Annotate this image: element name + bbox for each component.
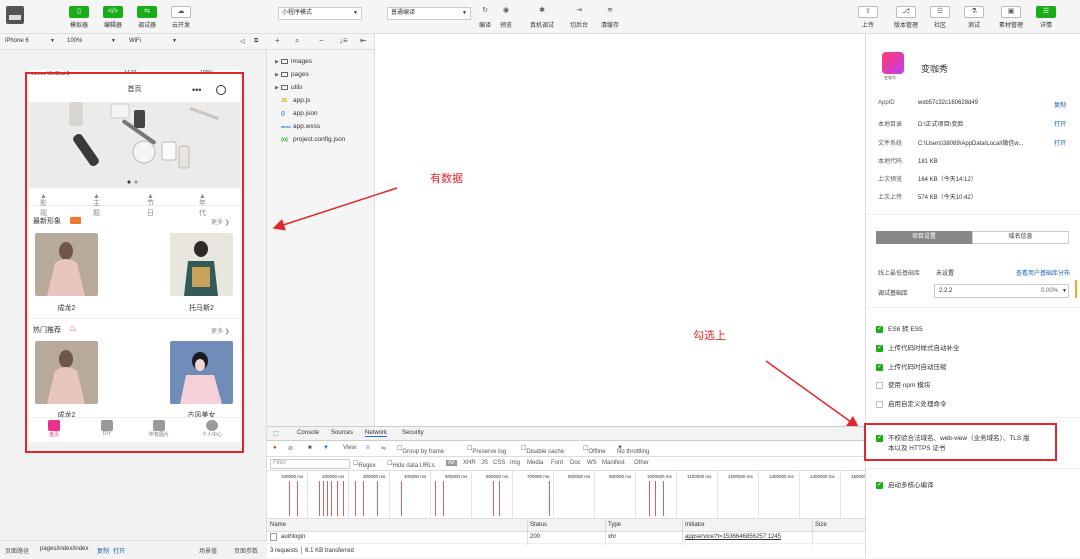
network-table-header: Name Status Type Initiator Size <box>267 519 865 532</box>
type-filter[interactable]: Font <box>551 460 563 466</box>
check-custom-command[interactable]: 启用自定义处理命令 <box>876 398 947 408</box>
info-last-preview: 上次预览 164 KB（今天14:12） <box>878 177 977 183</box>
offline-checkbox[interactable]: ☐ Offline <box>583 445 606 455</box>
open-path-link[interactable]: 打开 <box>113 546 125 555</box>
open-link[interactable]: 打开 <box>1054 138 1066 147</box>
type-filter[interactable]: Other <box>634 460 649 466</box>
disable-cache-checkbox[interactable]: ☐ Disable cache <box>521 445 564 455</box>
check-style-complete[interactable]: ✓ 上传代码时样式自动补全 <box>876 342 960 352</box>
record-icon[interactable]: ● <box>273 445 277 451</box>
devtools-tabs: ⬚ Console Sources Network Security <box>267 427 865 441</box>
info-local-code: 本地代码 181 KB <box>878 159 938 165</box>
type-filter[interactable]: All <box>446 460 457 466</box>
tab-console[interactable]: Console <box>297 430 319 436</box>
debug-lib-label: 调试基础库 <box>878 291 909 297</box>
network-summary: 3 requests │ 6.1 KB transferred <box>270 548 354 554</box>
type-filter[interactable]: JS <box>481 460 488 466</box>
clear-icon[interactable]: ⊘ <box>288 445 293 452</box>
copy-path-link[interactable]: 复制 <box>97 546 109 555</box>
base-lib-row: 线上最低基础库 未设置 <box>878 271 955 277</box>
group-by-frame-checkbox[interactable]: ☐ Group by frame <box>397 445 444 455</box>
scene-value[interactable]: 场景值 <box>199 546 217 555</box>
check-es6[interactable]: ✓ ES6 转 ES5 <box>876 323 923 333</box>
inspect-icon[interactable]: ⬚ <box>273 430 279 437</box>
list-view-icon[interactable]: ≡ <box>366 445 370 451</box>
filter-icon[interactable]: ▼ <box>323 445 329 451</box>
regex-checkbox[interactable]: ☐ Regex <box>353 460 376 469</box>
filter-input[interactable]: Filter <box>270 459 350 469</box>
open-link[interactable]: 打开 <box>1054 119 1066 128</box>
type-filter[interactable]: WS <box>587 460 597 466</box>
divider <box>866 307 1080 308</box>
tab-security[interactable]: Security <box>402 430 424 436</box>
check-npm[interactable]: 使用 npm 模块 <box>876 379 930 389</box>
page-path: pages/index/index <box>40 546 89 552</box>
camera-icon[interactable]: ■ <box>308 445 312 451</box>
devtools-panel: ⬚ Console Sources Network Security ● ⊘ ■… <box>267 426 865 558</box>
check-auto-compress[interactable]: ✓ 上传代码时自动压缩 <box>876 361 947 371</box>
info-filesystem: 文件系统 C:\Users\38089\AppData\Local\微信w... <box>878 141 1024 147</box>
info-local-dir: 本地目录 D:\正式项目\变脸 <box>878 122 964 128</box>
tab-sources[interactable]: Sources <box>331 430 353 436</box>
highlight-box-checkbox <box>864 423 1057 461</box>
debug-lib-select[interactable]: 2.2.2 0.00% ▼ <box>934 284 1069 298</box>
type-filter[interactable]: CSS <box>493 460 505 466</box>
check-multi-core[interactable]: ✓ 启动多核心编译 <box>876 479 934 489</box>
checkbox-checked-icon: ✓ <box>876 481 883 489</box>
tab-domain-info[interactable]: 域名信息 <box>972 231 1069 244</box>
type-filter[interactable]: Manifest <box>602 460 625 466</box>
network-toolbar: ● ⊘ ■ ▼ View: ≡ ≒ ☐ Group by frame ☐ Pre… <box>267 441 865 457</box>
table-row[interactable]: authlogin 200 xhr appservice?t=153664685… <box>267 532 865 544</box>
hide-data-urls-checkbox[interactable]: ☐ Hide data URLs <box>387 460 435 469</box>
checkbox-icon <box>876 400 883 408</box>
chevron-down-icon: ▼ <box>1062 288 1067 294</box>
checkbox-checked-icon: ✓ <box>876 363 883 371</box>
preserve-log-checkbox[interactable]: ☐ Preserve log <box>467 445 506 455</box>
network-filter-bar: Filter ☐ Regex ☐ Hide data URLs All XHR … <box>267 457 865 471</box>
info-last-upload: 上次上传 574 KB（今天10:42） <box>878 195 977 201</box>
status-footer: 页面路径 pages/index/index 复制 打开 场景值 页面参数 <box>0 540 267 558</box>
checkbox-checked-icon: ✓ <box>876 344 883 352</box>
app-logo <box>882 52 904 74</box>
view-base-lib-link[interactable]: 查看用户基础库分布 <box>1016 268 1070 277</box>
checkbox-checked-icon: ✓ <box>876 325 883 333</box>
scroll-indicator <box>1075 280 1077 298</box>
app-name: 变咖秀 <box>921 64 949 74</box>
tab-project-settings[interactable]: 项目设置 <box>876 231 972 244</box>
tab-network[interactable]: Network <box>365 430 388 437</box>
type-filter[interactable]: XHR <box>463 460 476 466</box>
checkbox-icon <box>876 381 883 389</box>
network-timeline: 100000 ms 200000 ms 300000 ms 400000 ms … <box>267 471 865 519</box>
page-params[interactable]: 页面参数 <box>234 546 258 555</box>
type-filter[interactable]: Doc <box>570 460 581 466</box>
throttle-select[interactable]: No throttling ▼ <box>617 445 649 455</box>
divider <box>866 468 1080 469</box>
waterfall-icon[interactable]: ≒ <box>381 445 386 452</box>
type-filter[interactable]: Img <box>510 460 520 466</box>
type-filter[interactable]: Media <box>527 460 543 466</box>
info-appid: AppID wxb57c32c160628d49 <box>878 100 979 106</box>
file-icon <box>270 533 277 541</box>
initiator-link[interactable]: appservice?t=1536646856257:1245 <box>685 534 781 540</box>
details-panel: 变咖秀 变咖秀 AppID wxb57c32c160628d49 复制 本地目录 D… <box>865 34 1080 558</box>
app-logo-caption: 变咖秀 <box>884 75 896 80</box>
divider <box>866 417 1080 418</box>
divider <box>866 214 1080 215</box>
copy-link[interactable]: 复制 <box>1054 100 1066 109</box>
